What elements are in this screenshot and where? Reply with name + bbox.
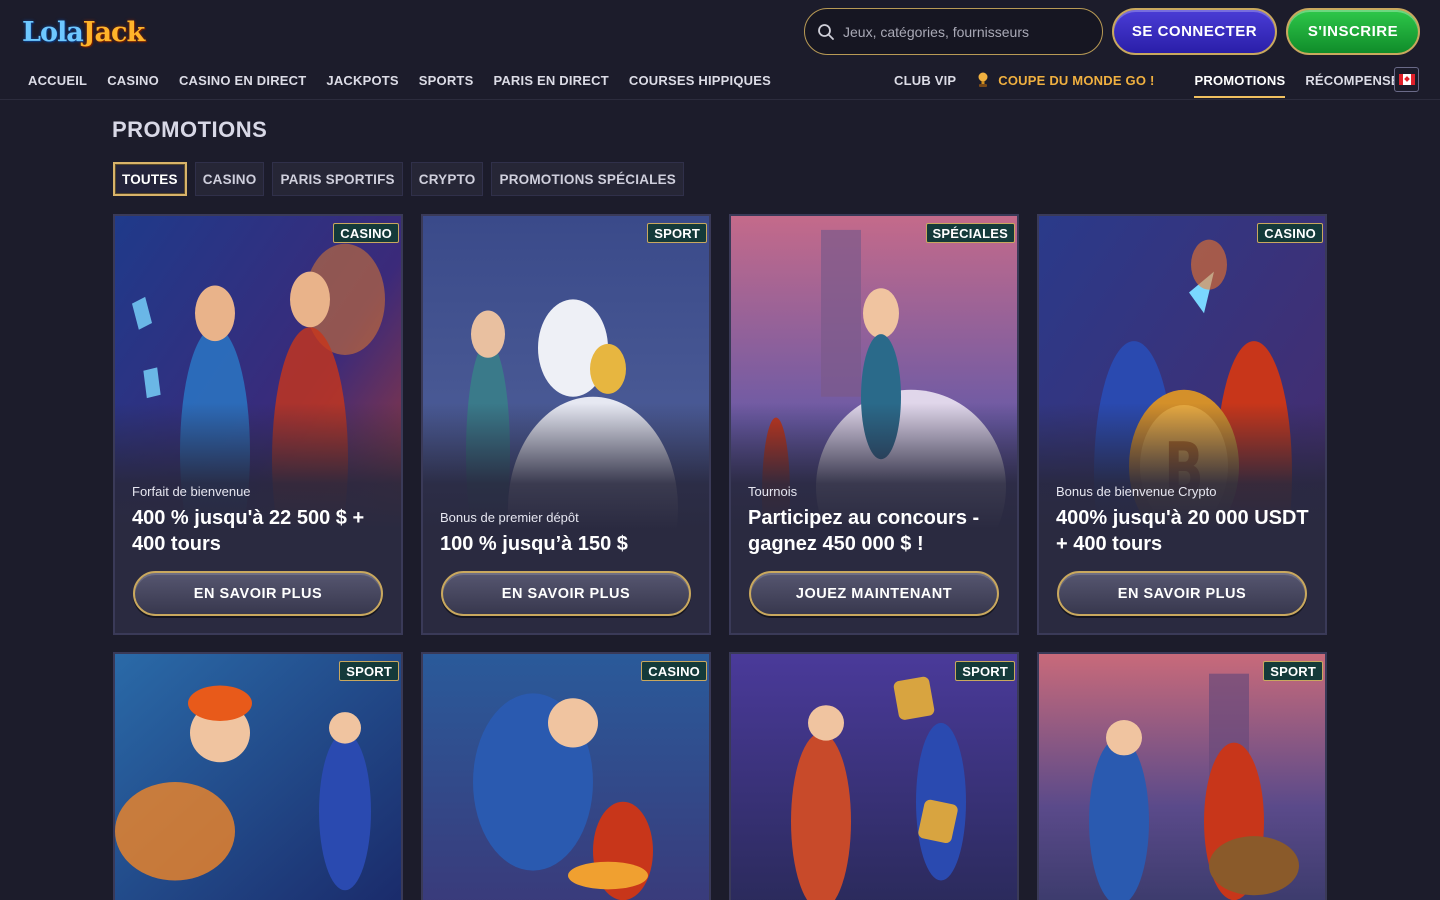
promo-artwork-image <box>731 654 1017 900</box>
learn-more-button[interactable]: EN SAVOIR PLUS <box>441 571 691 616</box>
learn-more-button[interactable]: EN SAVOIR PLUS <box>1057 571 1307 616</box>
promo-card[interactable]: SPORT <box>113 652 403 900</box>
lolajack-logo[interactable]: Lola Jack <box>22 12 145 52</box>
category-badge: SPORT <box>647 223 707 243</box>
promo-artwork-image <box>1039 654 1325 900</box>
language-selector[interactable] <box>1394 67 1419 92</box>
trophy-icon <box>978 72 988 87</box>
promo-artwork-image <box>115 654 401 900</box>
promo-headline: Participez au concours - gagnez 450 000 … <box>748 507 980 555</box>
search-bar[interactable] <box>804 8 1103 55</box>
filter-tab-casino[interactable]: CASINO <box>194 162 265 196</box>
promo-headline: 100 % jusqu’à 150 $ <box>440 533 628 555</box>
search-input[interactable] <box>843 23 1083 40</box>
page-title: PROMOTIONS <box>112 117 268 142</box>
nav-item-jackpots[interactable]: JACKPOTS <box>326 73 398 88</box>
promo-headline: 400% jusqu'à 20 000 USDT + 400 tours <box>1056 507 1309 555</box>
promo-card[interactable]: CASINO Forfait de bienvenue 400 % jusqu'… <box>113 214 403 635</box>
learn-more-button[interactable]: EN SAVOIR PLUS <box>133 571 383 616</box>
category-badge: CASINO <box>641 661 707 681</box>
nav-item-club-vip[interactable]: CLUB VIP <box>894 73 956 88</box>
nav-item-sports[interactable]: SPORTS <box>419 73 474 88</box>
nav-item-casino-en-direct[interactable]: CASINO EN DIRECT <box>179 73 306 88</box>
nav-item-accueil[interactable]: ACCUEIL <box>28 73 87 88</box>
promo-filter-tabs: TOUTES CASINO PARIS SPORTIFS CRYPTO PROM… <box>113 162 685 196</box>
logo-text-jack: Jack <box>82 16 145 48</box>
promo-artwork-image <box>423 654 709 900</box>
logo-text-lola: Lola <box>22 16 84 48</box>
category-badge: CASINO <box>1257 223 1323 243</box>
promo-card[interactable]: B CASINO Bonus de bienvenue Crypto 400% … <box>1037 214 1327 635</box>
promo-headline: 400 % jusqu'à 22 500 $ + 400 tours <box>132 507 365 555</box>
promo-subtitle: Bonus de premier dépôt <box>440 510 579 525</box>
promo-card[interactable]: SPORT Bonus de premier dépôt 100 % jusqu… <box>421 214 711 635</box>
category-badge: SPORT <box>955 661 1015 681</box>
nav-item-paris-en-direct[interactable]: PARIS EN DIRECT <box>493 73 608 88</box>
category-badge: SPORT <box>1263 661 1323 681</box>
category-badge: SPÉCIALES <box>925 223 1015 243</box>
promo-card[interactable]: SPORT <box>729 652 1019 900</box>
nav-item-courses-hippiques[interactable]: COURSES HIPPIQUES <box>629 73 771 88</box>
nav-item-coupe-du-monde[interactable]: COUPE DU MONDE GO ! <box>976 72 1174 88</box>
secondary-nav: CLUB VIP COUPE DU MONDE GO ! PROMOTIONS … <box>894 70 1429 98</box>
promo-subtitle: Bonus de bienvenue Crypto <box>1056 484 1217 499</box>
login-button[interactable]: SE CONNECTER <box>1112 8 1277 55</box>
category-badge: SPORT <box>339 661 399 681</box>
play-now-button[interactable]: JOUEZ MAINTENANT <box>749 571 999 616</box>
promo-card[interactable]: SPORT <box>1037 652 1327 900</box>
promo-subtitle: Tournois <box>748 484 798 499</box>
filter-tab-toutes[interactable]: TOUTES <box>113 162 187 196</box>
filter-tab-paris-sportifs[interactable]: PARIS SPORTIFS <box>272 162 403 196</box>
filter-tab-crypto[interactable]: CRYPTO <box>410 162 484 196</box>
promo-subtitle: Forfait de bienvenue <box>132 484 251 499</box>
nav-item-coupe-du-monde-label: COUPE DU MONDE GO ! <box>998 72 1155 88</box>
promo-card[interactable]: SPÉCIALES Tournois Participez au concour… <box>729 214 1019 635</box>
signup-button[interactable]: S'INSCRIRE <box>1286 8 1420 55</box>
promo-card[interactable]: CASINO <box>421 652 711 900</box>
canada-flag-icon <box>1398 74 1415 85</box>
top-bar: LolaJack SE CONNECTER S'INSCRIRE ACCUEIL… <box>0 0 1440 100</box>
nav-item-casino[interactable]: CASINO <box>107 73 159 88</box>
main-nav: ACCUEIL CASINO CASINO EN DIRECT JACKPOTS… <box>28 70 791 90</box>
category-badge: CASINO <box>333 223 399 243</box>
search-icon <box>818 23 834 40</box>
nav-item-promotions[interactable]: PROMOTIONS <box>1194 73 1286 98</box>
filter-tab-promotions-speciales[interactable]: PROMOTIONS SPÉCIALES <box>491 162 685 196</box>
